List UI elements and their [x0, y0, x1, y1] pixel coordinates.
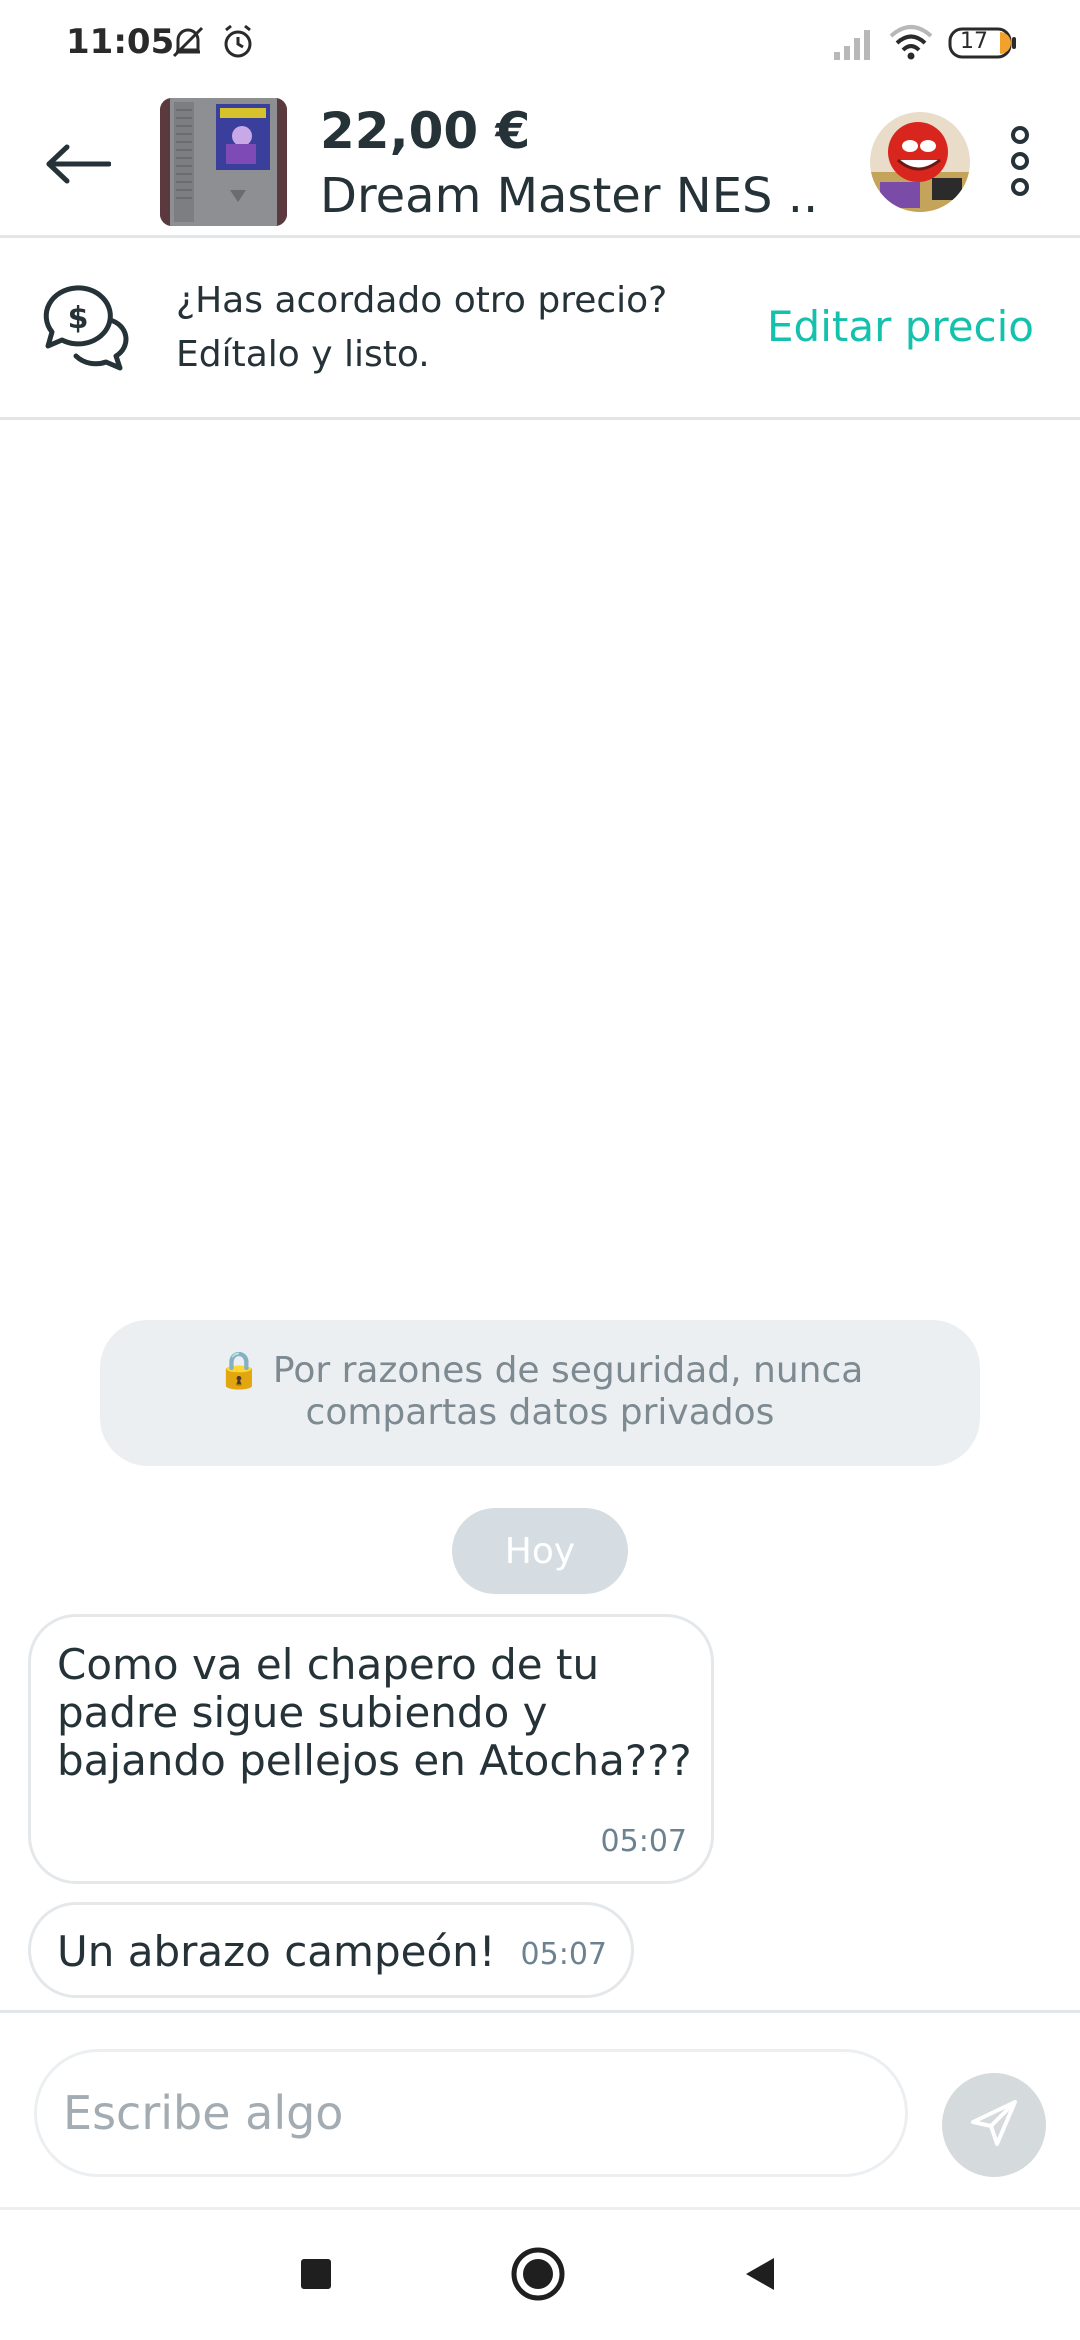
edit-price-link[interactable]: Editar precio [767, 302, 1034, 351]
security-notice-line2: compartas datos privados [305, 1392, 775, 1433]
wifi-icon [888, 22, 934, 66]
triangle-back-icon [740, 2254, 780, 2298]
message-text: Como va el chapero de tu padre sigue sub… [57, 1640, 692, 1785]
status-time: 11:05 [66, 22, 175, 62]
send-icon [967, 2096, 1021, 2154]
day-divider: Hoy [452, 1508, 628, 1594]
message-composer [0, 2010, 1080, 2210]
security-notice: 🔒 Por razones de seguridad, nunca compar… [100, 1320, 980, 1466]
back-button[interactable] [36, 124, 120, 208]
battery-level: 17 [960, 29, 988, 54]
home-button[interactable] [508, 2246, 568, 2306]
price-negotiation-banner: $ ¿Has acordado otro precio? Edítalo y l… [0, 238, 1080, 420]
system-nav-bar [0, 2210, 1080, 2340]
avatar[interactable] [870, 112, 970, 212]
price-banner-line2: Edítalo y listo. [176, 334, 430, 375]
message-bubble[interactable]: Un abrazo campeón! 05:07 [28, 1902, 634, 1998]
signal-icon [832, 22, 876, 66]
mute-icon [168, 22, 208, 66]
svg-text:$: $ [68, 301, 89, 336]
more-vertical-icon-dot [1011, 152, 1029, 170]
price-banner-text: ¿Has acordado otro precio? Edítalo y lis… [176, 274, 667, 382]
product-price: 22,00 € [320, 102, 531, 160]
message-time: 05:07 [520, 1937, 607, 1972]
more-vertical-icon [1011, 126, 1029, 144]
send-button[interactable] [942, 2073, 1046, 2177]
status-bar: 11:05 17 [0, 0, 1080, 84]
chat-dollar-icon: $ [40, 282, 136, 378]
more-options-button[interactable] [998, 116, 1042, 206]
home-circle-icon [510, 2246, 566, 2306]
message-text: Un abrazo campeón! [57, 1927, 496, 1976]
chat-header: 22,00 € Dream Master NES ... [0, 84, 1080, 238]
square-icon [299, 2257, 333, 2295]
message-bubble[interactable]: Como va el chapero de tu padre sigue sub… [28, 1614, 714, 1884]
battery-icon: 17 [948, 26, 1018, 64]
product-thumbnail[interactable] [160, 98, 287, 226]
product-title[interactable]: Dream Master NES ... [320, 168, 820, 224]
back-nav-button[interactable] [730, 2246, 790, 2306]
price-banner-line1: ¿Has acordado otro precio? [176, 280, 668, 321]
recents-button[interactable] [286, 2246, 346, 2306]
message-time: 05:07 [600, 1824, 687, 1859]
security-notice-line1: 🔒 Por razones de seguridad, nunca [216, 1350, 864, 1391]
back-arrow-icon [45, 144, 112, 188]
message-input[interactable] [34, 2049, 908, 2177]
alarm-icon [218, 22, 258, 66]
more-vertical-icon-dot [1011, 178, 1029, 196]
